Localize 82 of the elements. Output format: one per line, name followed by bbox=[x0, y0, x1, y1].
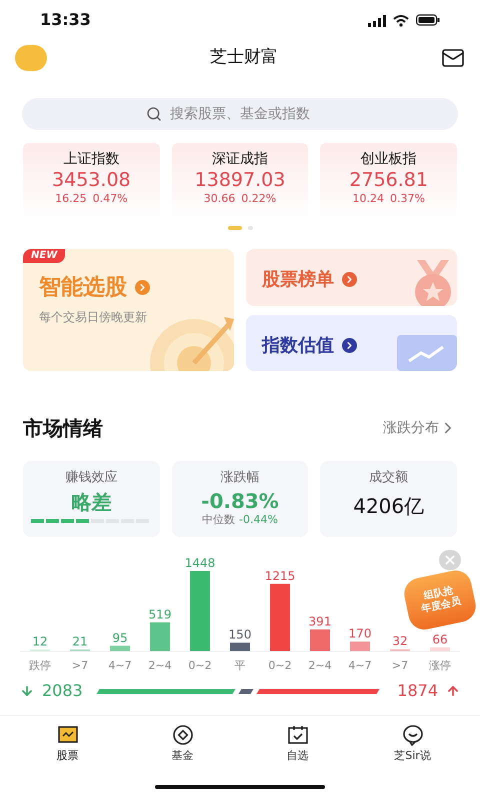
bar-value: 66 bbox=[432, 632, 448, 646]
bar bbox=[270, 584, 290, 651]
stat-label: 成交额 bbox=[369, 470, 408, 486]
bar bbox=[150, 622, 170, 651]
bar-value: 170 bbox=[348, 626, 372, 641]
median-label: 中位数 bbox=[202, 513, 236, 527]
axis-label: 2~4 bbox=[308, 659, 332, 673]
bar-value: 32 bbox=[392, 634, 408, 648]
index-percent: 0.22% bbox=[241, 192, 276, 206]
search-field[interactable]: 搜索股票、基金或指数 bbox=[22, 98, 458, 130]
trend-chart-icon bbox=[397, 335, 457, 371]
index-percent: 0.37% bbox=[390, 192, 425, 206]
axis-label: 0~2 bbox=[268, 659, 292, 673]
status-time: 13:33 bbox=[40, 9, 91, 31]
axis-label: 跌停 bbox=[29, 659, 51, 673]
avatar-icon[interactable] bbox=[15, 45, 47, 71]
bar bbox=[110, 646, 130, 651]
battery-icon bbox=[416, 14, 440, 26]
bar-value: 1448 bbox=[184, 556, 216, 570]
feature-subtitle: 每个交易日傍晚更新 bbox=[39, 309, 148, 326]
bar-value: 150 bbox=[228, 628, 252, 642]
axis-label: >7 bbox=[392, 659, 408, 673]
index-percent: 0.47% bbox=[92, 192, 128, 206]
index-change: 30.66 bbox=[204, 192, 236, 206]
bar bbox=[310, 629, 330, 651]
new-badge: NEW bbox=[23, 249, 66, 263]
mail-icon[interactable] bbox=[441, 46, 465, 70]
stat-value: 略差 bbox=[71, 490, 112, 514]
calendar-check-icon bbox=[286, 724, 310, 746]
diamond-circle-icon bbox=[170, 724, 194, 746]
bar-value: 1215 bbox=[264, 568, 296, 583]
flat-bar bbox=[238, 688, 254, 694]
feature-title: 股票榜单 bbox=[262, 268, 334, 292]
bar bbox=[430, 647, 450, 651]
index-value: 3453.08 bbox=[52, 168, 131, 192]
stat-value: -0.83% bbox=[201, 489, 279, 513]
bar-value: 21 bbox=[72, 634, 88, 648]
arrow-down-icon bbox=[20, 684, 34, 698]
feature-title: 指数估值 bbox=[262, 334, 334, 358]
axis-label: 4~7 bbox=[108, 659, 132, 673]
app-title: 芝士财富 bbox=[210, 46, 278, 70]
axis-label: 4~7 bbox=[348, 659, 372, 673]
up-count: 1874 bbox=[396, 680, 438, 702]
index-change: 10.24 bbox=[352, 192, 384, 206]
tab-item[interactable]: 基金 bbox=[142, 724, 222, 765]
chat-bubble-icon bbox=[400, 724, 424, 746]
axis-label: >7 bbox=[72, 659, 88, 673]
down-count: 2083 bbox=[42, 680, 84, 702]
close-icon bbox=[443, 553, 457, 567]
feature-card[interactable]: NEW 智能选股 每个交易日傍晚更新 bbox=[23, 249, 234, 371]
bar bbox=[350, 642, 370, 651]
bar-value: 95 bbox=[112, 630, 128, 645]
arrow-up-icon bbox=[446, 684, 460, 698]
close-button[interactable] bbox=[439, 550, 461, 570]
search-icon bbox=[146, 106, 162, 122]
median-value: -0.44% bbox=[239, 513, 278, 527]
axis-label: 涨停 bbox=[429, 659, 451, 673]
stat-value: 4206亿 bbox=[353, 494, 424, 518]
index-name: 深证成指 bbox=[212, 150, 268, 168]
signal-icon bbox=[368, 14, 386, 26]
bar bbox=[230, 642, 250, 651]
index-change: 16.25 bbox=[55, 192, 87, 206]
tab-item[interactable]: 自选 bbox=[258, 724, 338, 765]
wifi-icon bbox=[393, 14, 409, 26]
bar-value: 519 bbox=[148, 607, 172, 622]
bar-value: 12 bbox=[32, 634, 48, 648]
stat-label: 涨跌幅 bbox=[220, 470, 260, 486]
tab-item[interactable]: 股票 bbox=[28, 724, 108, 765]
index-value: 13897.03 bbox=[194, 168, 286, 192]
distribution-link[interactable]: 涨跌分布 bbox=[383, 418, 457, 438]
axis-label: 平 bbox=[234, 659, 246, 673]
tab-item[interactable]: 芝Sir说 bbox=[372, 724, 452, 765]
feature-card[interactable]: 指数估值 bbox=[246, 314, 457, 371]
axis-label: 2~4 bbox=[148, 659, 172, 673]
index-value: 2756.81 bbox=[349, 168, 428, 192]
axis-label: 0~2 bbox=[188, 659, 212, 673]
stat-label: 赚钱效应 bbox=[65, 470, 118, 486]
feature-title: 智能选股 bbox=[39, 274, 127, 302]
bar-value: 391 bbox=[308, 614, 332, 628]
index-name: 上证指数 bbox=[63, 150, 120, 168]
index-name: 创业板指 bbox=[360, 150, 417, 168]
section-title: 市场情绪 bbox=[23, 415, 103, 442]
